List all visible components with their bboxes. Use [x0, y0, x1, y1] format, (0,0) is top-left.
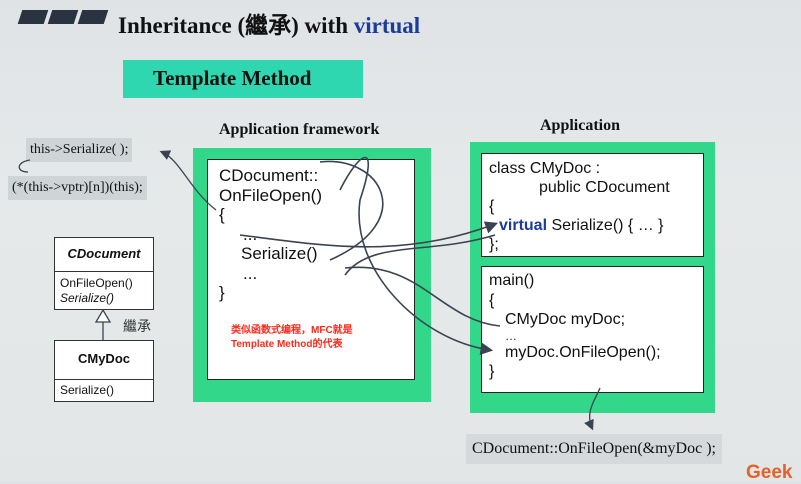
code-line: {	[489, 291, 495, 309]
framework-heading: Application framework	[219, 121, 380, 138]
uml-base-class: CDocument OnFileOpen() Serialize()	[54, 237, 154, 310]
uml-base-method: Serialize()	[60, 291, 115, 305]
virtual-keyword: virtual	[499, 217, 548, 234]
code-line: CDocument::	[219, 166, 319, 185]
code-line: public CDocument	[539, 179, 670, 196]
red-note-line: 类似函数式编程，MFC就是	[231, 325, 353, 336]
uml-inherit-triangle	[94, 308, 112, 323]
uml-derived-methods: Serialize()	[55, 379, 153, 400]
header-bar-decoration	[17, 10, 49, 24]
framework-code: CDocument:: OnFileOpen() { ... Serialize…	[219, 166, 322, 303]
code-line: }	[489, 363, 495, 380]
uml-derived-class-name: CMyDoc	[77, 351, 130, 366]
bottom-call-box: CDocument::OnFileOpen(&myDoc );	[466, 434, 722, 464]
header-bar-decoration	[47, 10, 79, 24]
red-note-line: Template Method的代表	[231, 339, 343, 350]
code-line: };	[489, 236, 499, 253]
app-class-code: class CMyDoc : public CDocument { virtua…	[489, 159, 670, 254]
code-line: }	[219, 283, 225, 302]
uml-derived-class: CMyDoc Serialize()	[54, 340, 154, 402]
uml-derived-method: Serialize()	[60, 383, 115, 397]
code-line: virtual Serialize() { … }	[499, 217, 664, 234]
code-line: {	[489, 198, 495, 215]
code-line: myDoc.OnFileOpen();	[505, 343, 661, 361]
main-code: main() { CMyDoc myDoc; … myDoc.OnFileOpe…	[489, 271, 661, 382]
code-line: OnFileOpen()	[219, 185, 322, 205]
code-line: ...	[243, 224, 258, 244]
uml-base-method: OnFileOpen()	[60, 276, 133, 290]
code-line: Serialize()	[241, 244, 318, 263]
red-note: 类似函数式编程，MFC就是 Template Method的代表	[231, 324, 353, 352]
uml-base-class-name: CDocument	[67, 246, 141, 261]
application-heading: Application	[540, 117, 621, 134]
code-line: CMyDoc myDoc;	[505, 311, 626, 328]
code-line: ...	[243, 263, 258, 283]
annotation-call-line: this->Serialize( );	[26, 138, 133, 162]
code-line: main()	[489, 272, 535, 289]
uml-inherit-label: 繼承	[123, 318, 151, 334]
uml-base-methods: OnFileOpen() Serialize()	[55, 271, 153, 308]
code-line: {	[219, 205, 225, 224]
header-bar-decoration	[77, 10, 109, 24]
section-label-band: Template Method	[123, 60, 363, 98]
code-line: …	[505, 328, 517, 343]
section-label: Template Method	[153, 66, 312, 90]
code-line: class CMyDoc :	[489, 160, 601, 177]
annotation-vptr-line: (*(this->vptr)[n])(this);	[8, 176, 147, 200]
slide-title: Inheritance (繼承) with virtual	[118, 13, 421, 38]
